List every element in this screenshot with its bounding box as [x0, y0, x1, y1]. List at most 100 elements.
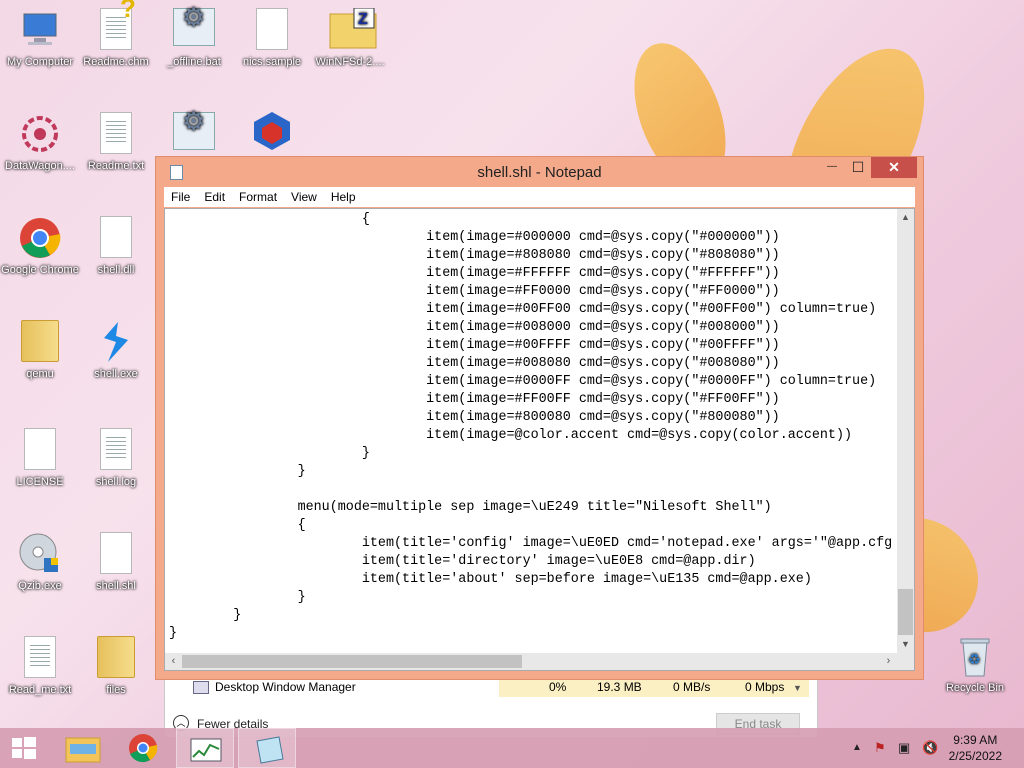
scroll-left-icon[interactable]: ‹ — [165, 653, 182, 670]
chrome-icon — [129, 734, 158, 763]
desktop-icon-license[interactable]: LICENSE — [0, 428, 80, 489]
text-file-icon — [94, 428, 138, 472]
desktop-icon-qemu[interactable]: qemu — [0, 320, 80, 381]
desktop-icon-label: LICENSE — [16, 476, 64, 488]
file-explorer-icon — [65, 737, 101, 763]
desktop-icon-label: files — [106, 684, 126, 696]
show-hidden-icons-icon[interactable]: ▲ — [852, 742, 862, 753]
dll-file-icon — [94, 216, 138, 260]
task-manager-icon — [190, 738, 222, 762]
action-center-flag-icon[interactable]: ⚑ — [874, 740, 886, 756]
volume-muted-icon[interactable]: 🔇 — [922, 740, 938, 756]
desktop-icon-label: Qzib.exe — [18, 580, 62, 592]
document-icon — [250, 8, 294, 52]
desktop-icon-label: shell.dll — [97, 264, 135, 276]
folder-icon — [94, 636, 138, 680]
desktop-icon-label: qemu — [26, 368, 54, 380]
taskbar-notepad[interactable] — [238, 728, 296, 768]
text-editor[interactable]: { item(image=#000000 cmd=@sys.copy("#000… — [164, 208, 915, 671]
desktop-icon-offline-bat[interactable]: _offline.bat — [154, 8, 234, 69]
start-button[interactable] — [0, 728, 48, 768]
desktop-icon-bat-2[interactable] — [154, 112, 234, 160]
scrollbar-corner — [897, 653, 914, 670]
desktop-icon-shell-dll[interactable]: shell.dll — [76, 216, 156, 277]
shell-exe-icon — [94, 320, 138, 364]
desktop-icon-label: shell.exe — [94, 368, 138, 380]
notepad-icon — [256, 736, 284, 764]
process-network: 0 Mbps — [745, 680, 785, 694]
desktop-icon-read-me-txt[interactable]: Read_me.txt — [0, 636, 80, 697]
menu-bar: File Edit Format View Help — [164, 187, 915, 207]
clock-date: 2/25/2022 — [948, 749, 1002, 763]
desktop-icon-recycle-bin[interactable]: ♻ Recycle Bin — [935, 634, 1015, 695]
app-shortcut-icon — [18, 112, 62, 156]
chrome-icon — [18, 216, 62, 260]
desktop-icon-label: Read_me.txt — [8, 684, 72, 696]
scroll-down-icon[interactable]: ▼ — [897, 636, 914, 653]
desktop-icon-nics-sample[interactable]: nics.sample — [232, 8, 312, 69]
process-name: Desktop Window Manager — [215, 680, 356, 694]
menu-format[interactable]: Format — [232, 187, 284, 204]
desktop-icon-label: Readme.chm — [83, 56, 149, 68]
process-icon — [193, 681, 209, 694]
taskbar: ▲ ⚑ ▣ 🔇 9:39 AM 2/25/2022 — [0, 728, 1024, 768]
computer-icon — [18, 8, 62, 52]
desktop-icon-label: Readme.txt — [87, 160, 145, 172]
process-disk: 0 MB/s — [673, 680, 711, 694]
desktop-icon-shell-shl[interactable]: shell.shl — [76, 532, 156, 593]
maximize-button[interactable]: ☐ — [845, 157, 871, 178]
desktop-icon-readme-chm[interactable]: ? Readme.chm — [76, 0, 156, 69]
scroll-up-icon[interactable]: ▲ — [897, 209, 914, 226]
menu-view[interactable]: View — [284, 187, 324, 204]
desktop-icon-label: My Computer — [6, 56, 74, 68]
minimize-button[interactable]: — — [819, 157, 845, 178]
document-icon — [94, 532, 138, 576]
desktop-icon-my-computer[interactable]: My Computer — [0, 8, 80, 69]
editor-content[interactable]: { item(image=#000000 cmd=@sys.copy("#000… — [169, 211, 892, 643]
notepad-window[interactable]: shell.shl - Notepad — ☐ ✕ File Edit Format… — [155, 156, 924, 680]
network-icon[interactable]: ▣ — [898, 740, 910, 756]
close-button[interactable]: ✕ — [871, 157, 917, 178]
window-title: shell.shl - Notepad — [477, 164, 602, 181]
text-file-icon — [94, 112, 138, 156]
desktop-icon-label: Google Chrome — [1, 264, 79, 276]
desktop-icon-label: shell.log — [95, 476, 137, 488]
scroll-down-icon[interactable]: ▼ — [793, 683, 802, 693]
desktop-icon-label: WinNFSd-2.... — [315, 56, 385, 68]
menu-help[interactable]: Help — [324, 187, 363, 204]
desktop-icon-label: _offline.bat — [167, 56, 221, 68]
desktop-icon-google-chrome[interactable]: Google Chrome — [0, 216, 80, 277]
windows-icon — [12, 737, 36, 759]
desktop-icon-readme-txt[interactable]: Readme.txt — [76, 112, 156, 173]
svg-text:Z: Z — [358, 11, 368, 28]
scroll-right-icon[interactable]: › — [880, 653, 897, 670]
document-icon — [18, 428, 62, 472]
desktop-icon-label: DataWagon.... — [5, 160, 75, 172]
vertical-scroll-thumb[interactable] — [898, 589, 913, 635]
menu-file[interactable]: File — [164, 187, 197, 204]
taskbar-chrome[interactable] — [114, 728, 172, 768]
desktop-icon-qzib-exe[interactable]: Qzib.exe — [0, 532, 80, 593]
title-bar[interactable]: shell.shl - Notepad — ☐ ✕ — [156, 157, 923, 187]
batch-file-icon — [172, 8, 216, 52]
process-row[interactable]: Desktop Window Manager 0% 19.3 MB 0 MB/s… — [165, 677, 809, 697]
desktop-icon-cube-app[interactable] — [232, 108, 312, 156]
desktop-icon-files[interactable]: files — [76, 636, 156, 697]
desktop-icon-shell-log[interactable]: shell.log — [76, 428, 156, 489]
clock-time: 9:39 AM — [953, 733, 998, 747]
desktop-icon-winnfsd[interactable]: Z WinNFSd-2.... — [310, 7, 390, 69]
taskbar-file-explorer[interactable] — [54, 728, 112, 768]
horizontal-scroll-thumb[interactable] — [182, 655, 522, 668]
desktop-icon-datawagon[interactable]: DataWagon.... — [0, 112, 80, 173]
batch-file-icon — [172, 112, 216, 156]
horizontal-scrollbar[interactable]: ‹ › — [165, 653, 897, 670]
menu-edit[interactable]: Edit — [197, 187, 232, 204]
desktop-icon-shell-exe[interactable]: shell.exe — [76, 320, 156, 381]
cube-app-icon — [250, 108, 294, 152]
help-file-icon: ? — [94, 0, 138, 52]
vertical-scrollbar[interactable]: ▲ ▼ — [897, 209, 914, 653]
svg-text:♻: ♻ — [968, 652, 981, 668]
desktop-icon-label: Recycle Bin — [945, 682, 1005, 694]
taskbar-task-manager[interactable] — [176, 728, 234, 768]
clock[interactable]: 9:39 AM 2/25/2022 — [949, 732, 1002, 764]
